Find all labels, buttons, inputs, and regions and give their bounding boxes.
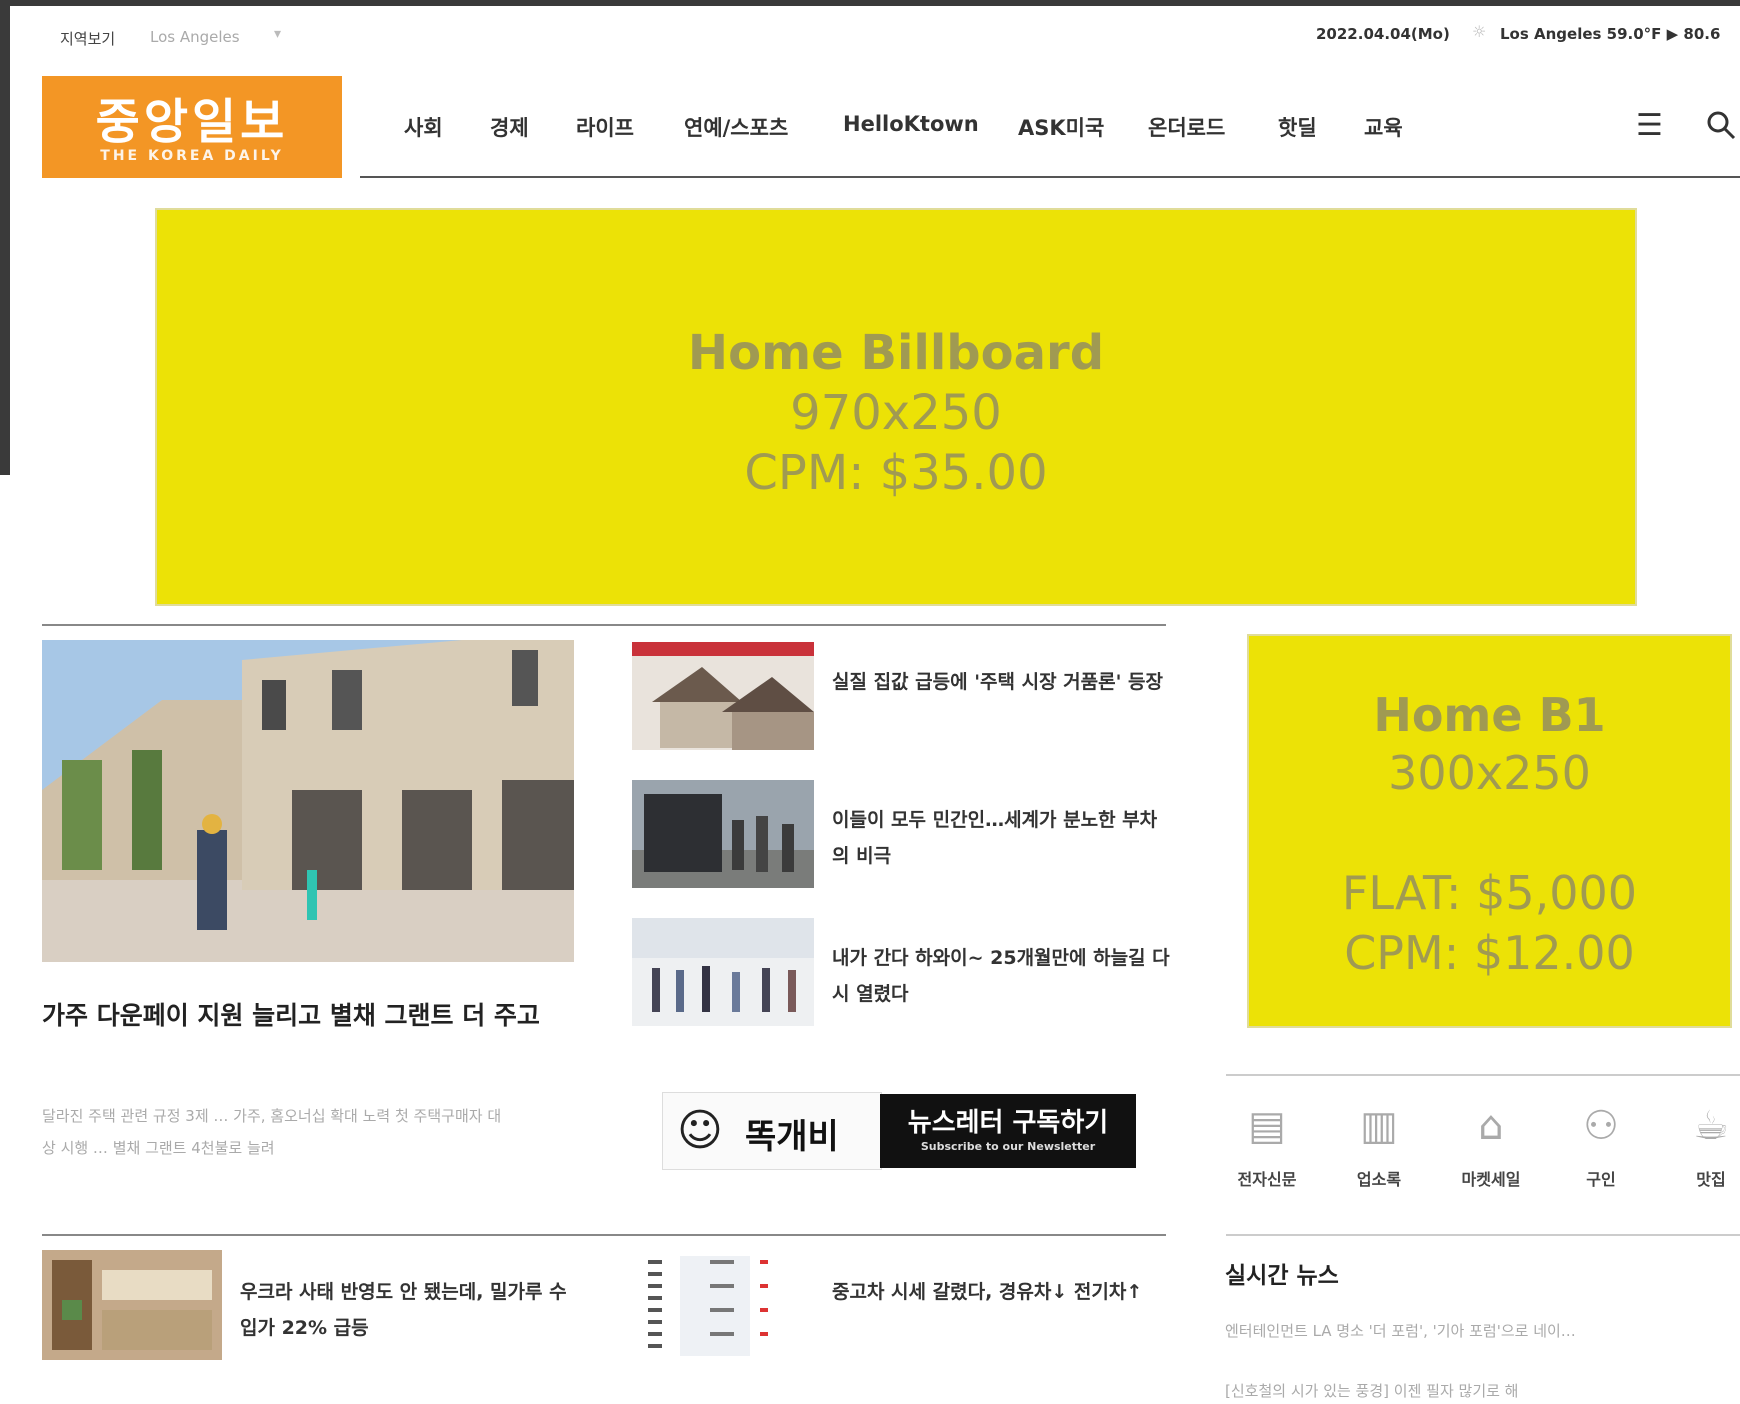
nav-item-helloktown[interactable]: HelloKtown	[843, 112, 979, 136]
service-label: 구인	[1586, 1170, 1616, 1189]
b1-flat-price: FLAT: $5,000	[1341, 866, 1638, 920]
realtime-news-item[interactable]: [신호철의 시가 있는 풍경] 이젠 필자 많기로 해	[1225, 1380, 1735, 1401]
section-divider	[42, 624, 1166, 626]
service-label: 전자신문	[1237, 1170, 1297, 1189]
featured-article-title[interactable]: 가주 다운페이 지원 늘리고 별채 그랜트 더 주고	[42, 994, 582, 1038]
newsletter-subscribe-button[interactable]: 뉴스레터 구독하기 Subscribe to our Newsletter	[880, 1094, 1136, 1168]
nav-item-entertainment-sports[interactable]: 연예/스포츠	[684, 112, 788, 142]
b1-cpm-price: CPM: $12.00	[1344, 926, 1635, 980]
service-directory[interactable]: ▥ 업소록	[1334, 1098, 1424, 1190]
service-jobs[interactable]: ⚇ 구인	[1556, 1098, 1646, 1190]
newspaper-icon: ▤	[1248, 1103, 1286, 1149]
sun-icon: ☼	[1472, 22, 1487, 41]
newsletter-subtitle: Subscribe to our Newsletter	[920, 1140, 1096, 1153]
logo-korean-text: 중앙일보	[95, 94, 289, 150]
service-market-sale[interactable]: ⌂ 마켓세일	[1446, 1098, 1536, 1190]
chevron-down-icon[interactable]: ▾	[274, 26, 281, 42]
logo-english-text: THE KOREA DAILY	[100, 148, 284, 164]
b1-size: 300x250	[1388, 746, 1591, 800]
nav-item-hot-deal[interactable]: 핫딜	[1278, 112, 1317, 142]
side-news-thumb-1[interactable]	[632, 642, 814, 750]
site-logo[interactable]: 중앙일보 THE KOREA DAILY	[42, 76, 342, 178]
hamburger-menu-icon[interactable]: ☰	[1636, 108, 1663, 143]
food-icon: ☕	[1693, 1103, 1729, 1149]
people-search-icon: ⚇	[1583, 1103, 1619, 1149]
current-date: 2022.04.04(Mo)	[1316, 25, 1450, 43]
nav-item-society[interactable]: 사회	[404, 112, 443, 142]
nav-divider	[360, 176, 1740, 178]
dokkaebi-icon: ☺	[677, 1105, 723, 1156]
region-select[interactable]: Los Angeles	[150, 28, 240, 46]
featured-article-summary: 달라진 주택 관련 규정 3제 … 가주, 홈오너십 확대 노력 첫 주택구매자…	[42, 1107, 502, 1157]
weather-readout: Los Angeles 59.0°F ▶ 80.6	[1500, 25, 1721, 43]
nav-item-life[interactable]: 라이프	[576, 112, 634, 142]
newsletter-title: 뉴스레터 구독하기	[907, 1108, 1109, 1138]
sidebar-divider	[1226, 1074, 1740, 1076]
bottom-news-title-2[interactable]: 중고차 시세 갈렸다, 경유차↓ 전기차↑	[832, 1274, 1172, 1310]
nav-item-education[interactable]: 교육	[1364, 112, 1403, 142]
dokkaebi-banner[interactable]: ☺ 똑개비	[662, 1092, 882, 1170]
billboard-size: 970x250	[790, 385, 1002, 441]
side-news-thumb-2[interactable]	[632, 780, 814, 888]
billboard-ad[interactable]: Home Billboard 970x250 CPM: $35.00	[155, 208, 1637, 606]
service-label: 업소록	[1356, 1170, 1402, 1189]
dokkaebi-label: 똑개비	[745, 1117, 839, 1157]
side-news-title-1[interactable]: 실질 집값 급등에 '주택 시장 거품론' 등장	[832, 664, 1172, 700]
region-label: 지역보기	[60, 30, 116, 48]
billboard-price: CPM: $35.00	[744, 445, 1048, 501]
window-frame-top	[0, 0, 1740, 6]
nav-item-ask-usa[interactable]: ASK미국	[1018, 112, 1104, 142]
service-label: 마켓세일	[1461, 1170, 1521, 1189]
clipboard-icon: ▥	[1360, 1103, 1398, 1149]
b1-title: Home B1	[1373, 688, 1606, 742]
section-divider	[42, 1234, 1166, 1236]
service-restaurants[interactable]: ☕ 맛집	[1666, 1098, 1740, 1190]
search-icon[interactable]	[1706, 110, 1736, 147]
realtime-news-heading: 실시간 뉴스	[1225, 1263, 1339, 1289]
service-label: 맛집	[1696, 1170, 1726, 1189]
bottom-news-thumb-2[interactable]	[640, 1250, 800, 1362]
side-news-title-2[interactable]: 이들이 모두 민간인…세계가 분노한 부차의 비극	[832, 802, 1172, 874]
billboard-title: Home Billboard	[687, 325, 1105, 381]
b1-ad[interactable]: Home B1 300x250 FLAT: $5,000 CPM: $12.00	[1247, 634, 1732, 1028]
realtime-news-item[interactable]: 엔터테인먼트 LA 명소 '더 포럼', '기아 포럼'으로 네이…	[1225, 1320, 1735, 1341]
bottom-news-thumb-1[interactable]	[42, 1250, 222, 1360]
side-news-title-3[interactable]: 내가 간다 하와이~ 25개월만에 하늘길 다시 열렸다	[832, 940, 1172, 1012]
sidebar-divider	[1226, 1234, 1740, 1236]
service-e-newspaper[interactable]: ▤ 전자신문	[1222, 1098, 1312, 1190]
cart-icon: ⌂	[1478, 1103, 1504, 1149]
nav-item-economy[interactable]: 경제	[490, 112, 529, 142]
nav-item-on-the-road[interactable]: 온더로드	[1148, 112, 1225, 142]
side-news-thumb-3[interactable]	[632, 918, 814, 1026]
bottom-news-title-1[interactable]: 우크라 사태 반영도 안 됐는데, 밀가루 수입가 22% 급등	[240, 1274, 580, 1346]
featured-article-image[interactable]	[42, 640, 574, 962]
window-frame-left	[0, 0, 10, 475]
